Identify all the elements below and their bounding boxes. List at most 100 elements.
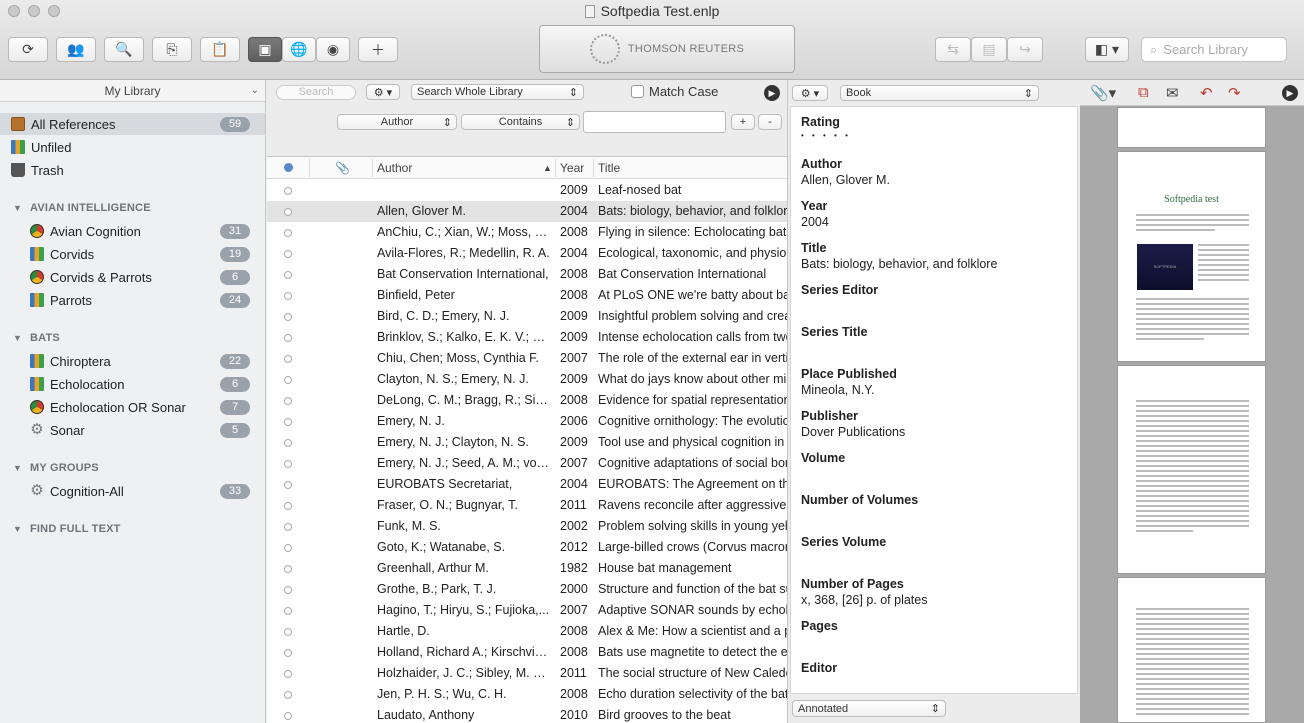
group-set-avian-intelligence[interactable]: ▼ AVIAN INTELLIGENCE: [0, 198, 265, 218]
read-status-dot-icon[interactable]: [284, 460, 292, 468]
table-row[interactable]: Grothe, B.; Park, T. J. 2000 Structure and…: [267, 579, 787, 600]
new-reference-button[interactable]: ＋: [358, 37, 398, 62]
sidebar-item-echolocation[interactable]: Echolocation 6: [0, 373, 265, 395]
online-search-button[interactable]: 🔍: [104, 37, 144, 62]
field-series-editor[interactable]: Series Editor: [801, 283, 878, 299]
table-row[interactable]: Fraser, O. N.; Bugnyar, T. 2011 Ravens rec…: [267, 495, 787, 516]
table-row[interactable]: Clayton, N. S.; Emery, N. J. 2009 What do …: [267, 369, 787, 390]
table-row[interactable]: Hartle, D. 2008 Alex & Me: How a scientist…: [267, 621, 787, 642]
column-title[interactable]: Title: [598, 161, 620, 175]
field-value[interactable]: Allen, Glover M.: [801, 173, 890, 187]
field-volume[interactable]: Volume: [801, 451, 845, 467]
read-status-dot-icon[interactable]: [284, 229, 292, 237]
read-status-dot-icon[interactable]: [284, 250, 292, 258]
table-row[interactable]: 2009 Leaf-nosed bat: [267, 180, 787, 201]
table-row[interactable]: Emery, N. J.; Clayton, N. S. 2009 Tool use…: [267, 432, 787, 453]
sidebar-item-corvids[interactable]: Corvids 19: [0, 243, 265, 265]
checkbox-box[interactable]: [631, 85, 644, 98]
read-status-dot-icon[interactable]: [284, 670, 292, 678]
read-status-column-icon[interactable]: [284, 163, 293, 172]
table-row[interactable]: EUROBATS Secretariat, 2004 EUROBATS: The A…: [267, 474, 787, 495]
open-link-button[interactable]: ⇆: [935, 37, 971, 62]
local-library-mode-button[interactable]: ▣: [248, 37, 282, 62]
open-pdf-button[interactable]: ▤: [971, 37, 1007, 62]
field-value[interactable]: Bats: biology, behavior, and folklore: [801, 257, 997, 271]
table-row[interactable]: Greenhall, Arthur M. 1982 House bat manage…: [267, 558, 787, 579]
table-row[interactable]: Goto, K.; Watanabe, S. 2012 Large-billed c…: [267, 537, 787, 558]
table-row[interactable]: Funk, M. S. 2002 Problem solving skills in…: [267, 516, 787, 537]
read-status-dot-icon[interactable]: [284, 292, 292, 300]
group-set-my-groups[interactable]: ▼ MY GROUPS: [0, 458, 265, 478]
group-set-find-full-text[interactable]: ▼ FIND FULL TEXT: [0, 519, 265, 539]
sidebar-item-unfiled[interactable]: Unfiled: [0, 136, 265, 158]
read-status-dot-icon[interactable]: [284, 208, 292, 216]
field-value[interactable]: Dover Publications: [801, 425, 905, 439]
rating-dots-icon[interactable]: • • • • •: [801, 131, 851, 140]
pdf-expand-button[interactable]: ▶: [1282, 85, 1298, 101]
read-status-dot-icon[interactable]: [284, 691, 292, 699]
read-status-dot-icon[interactable]: [284, 586, 292, 594]
email-reference-button[interactable]: ↪: [1007, 37, 1043, 62]
field-value[interactable]: Mineola, N.Y.: [801, 383, 897, 397]
search-value-input[interactable]: [583, 111, 726, 133]
read-status-dot-icon[interactable]: [284, 607, 292, 615]
read-status-dot-icon[interactable]: [284, 544, 292, 552]
layout-menu-button[interactable]: ◧ ▾: [1085, 37, 1129, 62]
sidebar-item-corvids-parrots[interactable]: Corvids & Parrots 6: [0, 266, 265, 288]
field-author[interactable]: Author Allen, Glover M.: [801, 157, 890, 187]
read-status-dot-icon[interactable]: [284, 418, 292, 426]
thomson-reuters-banner[interactable]: THOMSON REUTERS: [539, 25, 795, 73]
online-mode-button[interactable]: 🌐: [282, 37, 316, 62]
read-status-dot-icon[interactable]: [284, 502, 292, 510]
read-status-dot-icon[interactable]: [284, 439, 292, 447]
table-row[interactable]: Brinklov, S.; Kalko, E. K. V.; Su... 2009…: [267, 327, 787, 348]
field-number-of-pages[interactable]: Number of Pages x, 368, [26] p. of plates: [801, 577, 927, 607]
sidebar-item-all-references[interactable]: All References 59: [0, 113, 265, 135]
read-status-dot-icon[interactable]: [284, 649, 292, 657]
field-value[interactable]: 2004: [801, 215, 829, 229]
table-row[interactable]: DeLong, C. M.; Bragg, R.; Sim... 2008 Evid…: [267, 390, 787, 411]
table-row[interactable]: Holland, Richard A.; Kirschvin... 2008 Bat…: [267, 642, 787, 663]
read-status-dot-icon[interactable]: [284, 628, 292, 636]
table-row[interactable]: Bat Conservation International, 2008 Bat C…: [267, 264, 787, 285]
group-set-bats[interactable]: ▼ BATS: [0, 328, 265, 348]
field-number-of-volumes[interactable]: Number of Volumes: [801, 493, 918, 509]
table-row[interactable]: Emery, N. J. 2006 Cognitive ornithology: T…: [267, 411, 787, 432]
table-row[interactable]: AnChiu, C.; Xian, W.; Moss, C. F. 2008 Fly…: [267, 222, 787, 243]
read-status-dot-icon[interactable]: [284, 376, 292, 384]
field-series-volume[interactable]: Series Volume: [801, 535, 886, 551]
read-status-dot-icon[interactable]: [284, 565, 292, 573]
read-status-dot-icon[interactable]: [284, 481, 292, 489]
match-case-checkbox[interactable]: Match Case: [631, 84, 718, 99]
search-field-select[interactable]: Author ⇕: [337, 114, 457, 130]
search-operator-select[interactable]: Contains ⇕: [461, 114, 580, 130]
read-status-dot-icon[interactable]: [284, 523, 292, 531]
view-mode-select[interactable]: Annotated ⇕: [792, 700, 946, 717]
table-row[interactable]: Laudato, Anthony 2010 Bird grooves to the …: [267, 705, 787, 723]
read-status-dot-icon[interactable]: [284, 187, 292, 195]
open-external-icon[interactable]: ⧉: [1138, 84, 1149, 101]
table-row[interactable]: Chiu, Chen; Moss, Cynthia F. 2007 The role…: [267, 348, 787, 369]
rotate-left-icon[interactable]: ↶: [1200, 84, 1213, 102]
field-year[interactable]: Year 2004: [801, 199, 829, 229]
detail-options-button[interactable]: ⚙ ▾: [792, 85, 828, 101]
attachment-column-icon[interactable]: 📎: [335, 161, 350, 175]
field-editor[interactable]: Editor: [801, 661, 837, 677]
field-pages[interactable]: Pages: [801, 619, 838, 635]
insert-citation-button[interactable]: 📋: [200, 37, 240, 62]
field-publisher[interactable]: Publisher Dover Publications: [801, 409, 905, 439]
read-status-dot-icon[interactable]: [284, 355, 292, 363]
read-status-dot-icon[interactable]: [284, 271, 292, 279]
column-author[interactable]: Author: [377, 161, 412, 175]
search-scope-select[interactable]: Search Whole Library ⇕: [411, 84, 584, 100]
attachment-icon[interactable]: 📎▾: [1090, 84, 1116, 102]
field-place-published[interactable]: Place Published Mineola, N.Y.: [801, 367, 897, 397]
add-search-row-button[interactable]: +: [731, 114, 755, 130]
table-row[interactable]: Avila-Flores, R.; Medellin, R. A. 2004 Eco…: [267, 243, 787, 264]
sync-button[interactable]: ⟳: [8, 37, 48, 62]
sidebar-item-trash[interactable]: Trash: [0, 159, 265, 181]
email-icon[interactable]: ✉: [1166, 84, 1179, 102]
integrated-mode-button[interactable]: ◉: [316, 37, 350, 62]
field-rating[interactable]: Rating • • • • •: [801, 115, 851, 140]
rotate-right-icon[interactable]: ↷: [1228, 84, 1241, 102]
